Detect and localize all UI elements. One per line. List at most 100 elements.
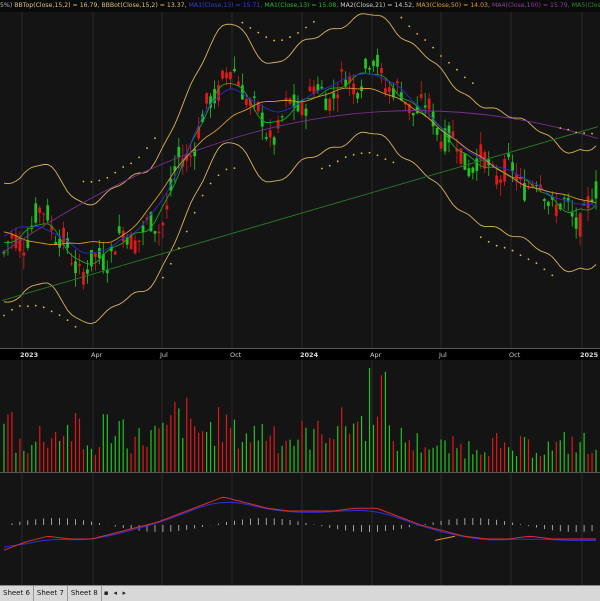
candle-body	[578, 213, 582, 237]
volume-bar	[182, 437, 184, 472]
sheet-nav-button[interactable]: ▪	[102, 586, 111, 601]
sar-dot	[432, 46, 435, 49]
candle-body	[439, 141, 443, 149]
volume-bar	[535, 452, 538, 472]
volume-bar	[281, 445, 283, 472]
volume-bar	[511, 450, 514, 472]
volume-bar	[567, 453, 569, 472]
sar-dot	[551, 274, 554, 277]
volume-bar	[416, 433, 418, 472]
candle-body	[133, 240, 137, 254]
sheet-nav-button[interactable]: ▸	[120, 586, 129, 601]
sheet-nav-button[interactable]: ◂	[111, 586, 120, 601]
candle-body	[229, 72, 232, 80]
candle-body	[42, 213, 46, 215]
volume-bar	[217, 407, 220, 472]
candle-body	[574, 217, 578, 229]
candle-body	[280, 116, 284, 118]
macd-pane[interactable]	[0, 473, 600, 585]
volume-bar	[424, 447, 426, 472]
volume-bar	[484, 452, 486, 472]
volume-bar	[225, 414, 228, 472]
sar-dot	[18, 305, 21, 307]
sar-dot	[3, 314, 5, 317]
volume-bar	[301, 420, 303, 472]
candle-body	[570, 212, 574, 217]
sar-dot	[336, 160, 339, 163]
legend-item: MA3(Close,50) = 14.03,	[416, 2, 490, 9]
candle-body	[34, 203, 38, 223]
candle-body	[153, 231, 157, 234]
price-chart-pane[interactable]	[0, 12, 600, 348]
volume-bar	[408, 440, 410, 472]
volume-bar	[563, 432, 565, 472]
volume-bar	[162, 422, 164, 472]
sar-dot	[98, 179, 101, 182]
candle-body	[205, 93, 209, 104]
candle-body	[368, 68, 371, 70]
volume-bar	[19, 438, 21, 472]
volume-bar	[3, 423, 5, 472]
sheet-tab[interactable]: Sheet 7	[34, 586, 68, 601]
sar-dot	[384, 158, 387, 161]
candle-body	[475, 158, 479, 172]
candle-body	[328, 98, 332, 111]
volume-bar	[285, 440, 287, 472]
sheet-tab[interactable]: Sheet 8	[68, 586, 102, 601]
candle-body	[372, 60, 375, 67]
legend-item: MA1(Close,13) = 15.71,	[188, 2, 263, 9]
macd-chart[interactable]	[0, 473, 600, 585]
volume-bar	[321, 434, 323, 472]
volume-bar	[293, 445, 295, 472]
volume-bar	[174, 401, 176, 472]
candle-body	[427, 98, 431, 110]
sar-dot	[328, 164, 331, 167]
candle-body	[384, 88, 387, 94]
sar-dot	[82, 180, 85, 183]
candle-body	[332, 92, 336, 99]
sar-dot	[257, 31, 260, 34]
candle-body	[74, 261, 77, 274]
sar-dot	[201, 194, 204, 197]
volume-bar	[66, 424, 69, 472]
volume-bar	[591, 452, 593, 472]
sar-dot	[90, 180, 93, 183]
candle-body	[395, 81, 399, 84]
volume-bar	[39, 425, 41, 472]
sar-dot	[495, 244, 498, 247]
volume-bar	[130, 453, 132, 472]
volume-pane[interactable]	[0, 360, 600, 473]
volume-bar	[31, 444, 33, 472]
volume-bar	[440, 439, 442, 472]
candle-body	[272, 137, 276, 145]
candle-body	[165, 205, 169, 210]
volume-bar	[106, 414, 108, 472]
sar-dot	[169, 262, 172, 265]
candle-body	[499, 179, 503, 183]
candle-body	[423, 105, 427, 108]
volume-bar	[448, 453, 450, 472]
volume-bar	[388, 425, 390, 472]
legend-item: MA2(Close,21) = 14.52,	[340, 2, 415, 9]
sar-dot	[162, 276, 164, 279]
sar-dot	[456, 68, 458, 71]
volume-bar	[583, 432, 585, 472]
sar-dot	[50, 310, 53, 313]
volume-chart[interactable]	[0, 360, 600, 472]
sheet-tab[interactable]: Sheet 6	[0, 586, 34, 601]
volume-bar	[309, 449, 311, 472]
candle-body	[527, 187, 530, 189]
volume-bar	[480, 454, 482, 472]
candle-body	[268, 130, 272, 138]
volume-bar	[166, 424, 168, 472]
volume-bar	[515, 456, 518, 472]
volume-bar	[432, 447, 434, 472]
sar-dot	[66, 319, 69, 322]
sar-dot	[146, 147, 148, 150]
candle-body	[503, 159, 507, 182]
volume-bar	[269, 435, 271, 472]
volume-bar	[7, 414, 9, 472]
price-chart[interactable]	[0, 12, 600, 348]
volume-bar	[345, 426, 347, 472]
candle-body	[113, 251, 117, 255]
